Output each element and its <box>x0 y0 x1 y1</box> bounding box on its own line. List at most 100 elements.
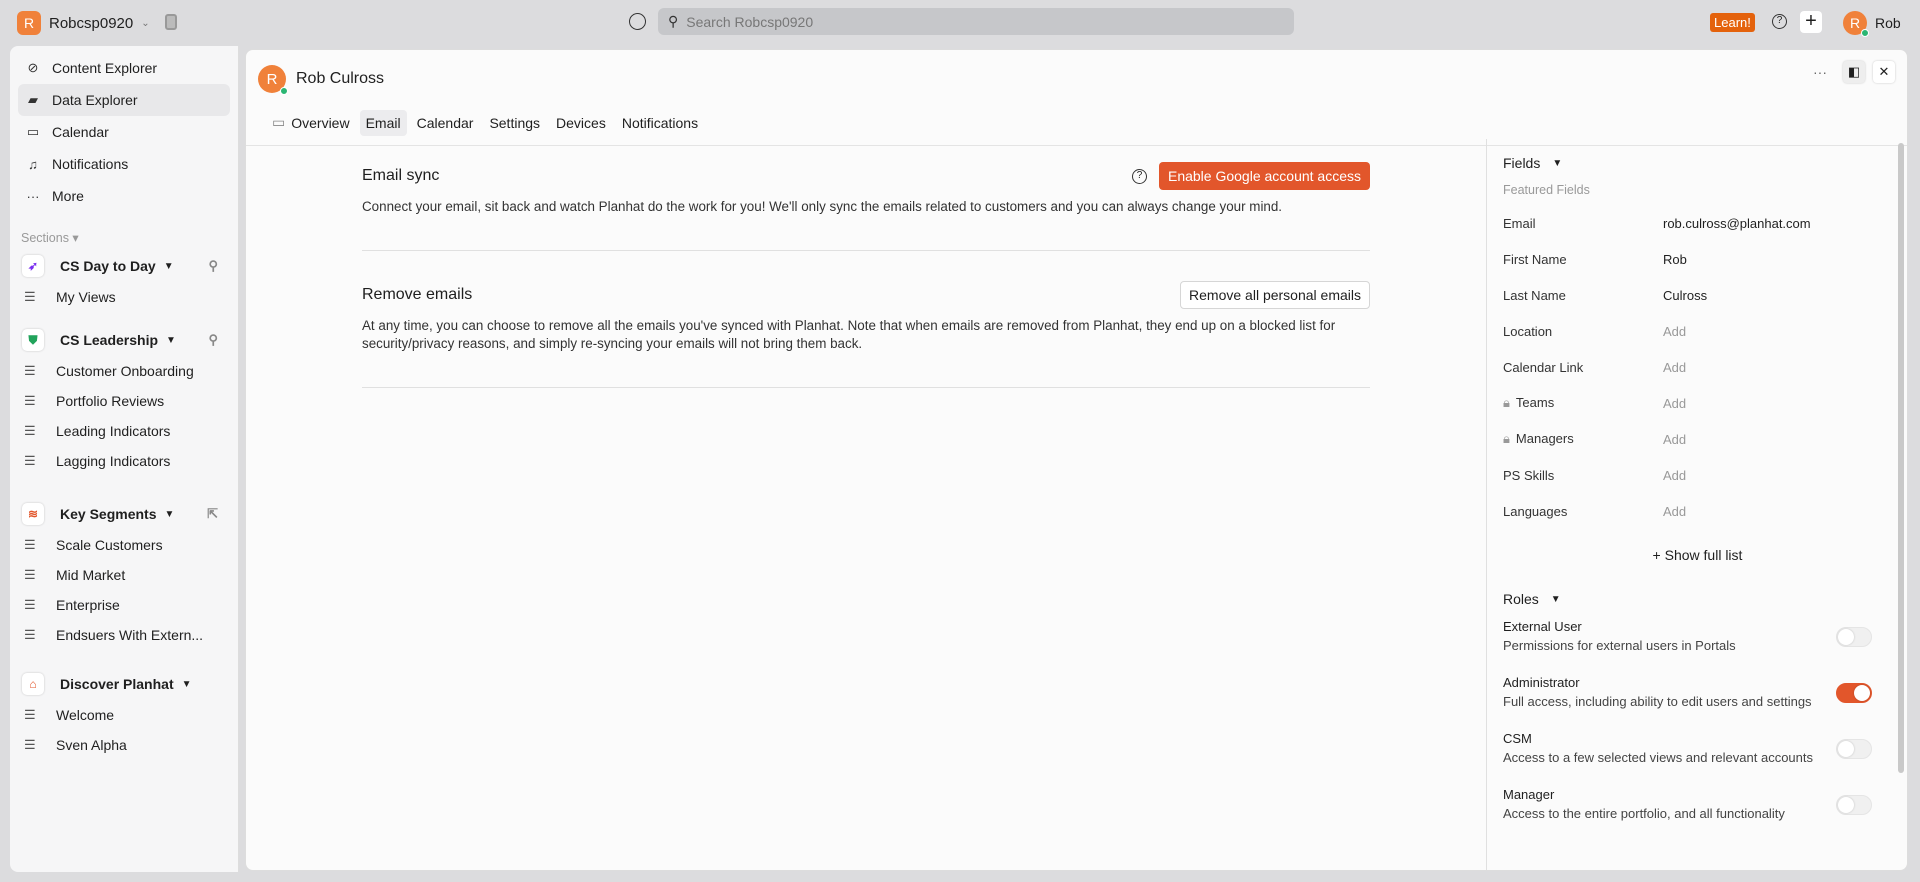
list-icon: ☰ <box>24 537 36 552</box>
share-icon[interactable]: ⇱ <box>207 506 218 522</box>
role-item: External User Permissions for external us… <box>1503 619 1892 665</box>
shield-icon: ⛊ <box>22 329 44 351</box>
compass-icon: ⊘ <box>27 60 39 75</box>
list-item[interactable]: ☰ Enterprise <box>18 590 230 620</box>
fields-header[interactable]: Fields ▼ <box>1503 153 1892 173</box>
tab-label: Overview <box>291 114 350 131</box>
help-icon[interactable]: ? <box>1131 168 1147 184</box>
list-item[interactable]: ☰ Welcome <box>18 700 230 730</box>
scrollbar[interactable] <box>1898 143 1904 773</box>
field-row: Location Add <box>1503 313 1892 349</box>
help-icon[interactable]: ? <box>1772 14 1787 29</box>
role-toggle[interactable] <box>1836 627 1872 647</box>
rocket-icon: ➶ <box>22 255 44 277</box>
field-value[interactable]: Add <box>1663 360 1686 375</box>
pin-icon[interactable]: ⚲ <box>208 258 218 274</box>
role-toggle[interactable] <box>1836 739 1872 759</box>
tab-email[interactable]: Email <box>359 109 407 136</box>
field-row: First Name Rob <box>1503 241 1892 277</box>
list-item[interactable]: ☰ Leading Indicators <box>18 416 230 446</box>
calendar-icon: ▭ <box>272 114 286 130</box>
field-value[interactable]: Add <box>1663 432 1686 447</box>
field-value[interactable]: Add <box>1663 324 1686 339</box>
list-item[interactable]: ☰ Lagging Indicators <box>18 446 230 476</box>
role-toggle[interactable] <box>1836 795 1872 815</box>
item-label: Sven Alpha <box>56 737 127 753</box>
nav-label: More <box>52 188 84 204</box>
nav-label: Content Explorer <box>52 60 158 76</box>
search-input[interactable]: ⚲ Search Robcsp0920 <box>658 8 1294 35</box>
sections-toggle[interactable]: Sections ▾ <box>21 226 238 250</box>
tab-notifications[interactable]: Notifications <box>616 110 704 136</box>
field-value[interactable]: rob.culross@planhat.com <box>1663 216 1811 231</box>
list-item[interactable]: ☰ My Views <box>18 282 230 312</box>
sidebar: ⊘ Content Explorer ▰ Data Explorer ▭ Calend… <box>10 46 239 872</box>
list-icon: ☰ <box>24 737 36 752</box>
tab-calendar[interactable]: Calendar <box>411 110 480 136</box>
toggle-sidebar-icon[interactable] <box>165 14 177 30</box>
item-label: My Views <box>56 289 116 305</box>
list-item[interactable]: ☰ Customer Onboarding <box>18 356 230 386</box>
tab-settings[interactable]: Settings <box>483 110 546 136</box>
search-placeholder: Search Robcsp0920 <box>686 13 814 30</box>
sidebar-item-calendar[interactable]: ▭ Calendar <box>18 116 230 148</box>
history-icon[interactable] <box>629 13 646 30</box>
field-value[interactable]: Add <box>1663 504 1686 519</box>
group-key-segments[interactable]: ≋ Key Segments ▼ ⇱ <box>18 498 230 530</box>
tab-overview[interactable]: ▭ Overview <box>266 109 356 136</box>
item-label: Lagging Indicators <box>56 453 171 469</box>
list-item[interactable]: ☰ Portfolio Reviews <box>18 386 230 416</box>
tab-label: Notifications <box>621 114 699 131</box>
enable-google-access-button[interactable]: Enable Google account access <box>1158 162 1370 190</box>
group-name: Discover Planhat <box>60 676 174 692</box>
list-icon: ☰ <box>24 393 36 408</box>
list-item[interactable]: ☰ Mid Market <box>18 560 230 590</box>
item-label: Enterprise <box>56 597 120 613</box>
more-icon[interactable]: ··· <box>1813 64 1827 80</box>
sidebar-item-data-explorer[interactable]: ▰ Data Explorer <box>18 84 230 116</box>
email-content: Email sync ? Enable Google account acces… <box>362 146 1370 388</box>
list-item[interactable]: ☰ Sven Alpha <box>18 730 230 760</box>
roles-header[interactable]: Roles ▼ <box>1503 589 1892 609</box>
list-item[interactable]: ☰ Scale Customers <box>18 530 230 560</box>
close-button[interactable]: ✕ <box>1873 61 1895 83</box>
role-name: Manager <box>1503 787 1555 802</box>
sidebar-item-content-explorer[interactable]: ⊘ Content Explorer <box>18 52 230 84</box>
field-label: Location <box>1503 324 1663 339</box>
section-description: Connect your email, sit back and watch P… <box>362 199 1283 214</box>
tab-devices[interactable]: Devices <box>550 110 612 136</box>
field-name: Calendar Link <box>1503 359 1584 375</box>
caret-down-icon: ▼ <box>1550 593 1561 605</box>
group-cs-leadership[interactable]: ⛊ CS Leadership ▼ ⚲ <box>18 324 230 356</box>
field-row: 🔒︎ Managers Add <box>1503 421 1892 457</box>
avatar-initial: R <box>266 70 278 88</box>
user-menu[interactable]: R Rob <box>1843 11 1901 37</box>
field-label: Email <box>1503 216 1663 231</box>
item-label: Leading Indicators <box>56 423 171 439</box>
field-label: First Name <box>1503 252 1663 267</box>
lock-icon: 🔒︎ <box>1503 395 1510 410</box>
remove-emails-section: Remove emails Remove all personal emails… <box>362 251 1370 388</box>
field-value[interactable]: Culross <box>1663 288 1707 303</box>
workspace-switcher[interactable]: R Robcsp0920 ⌄ <box>17 11 150 35</box>
role-toggle[interactable] <box>1836 683 1872 703</box>
field-value[interactable]: Add <box>1663 396 1686 411</box>
field-value[interactable]: Rob <box>1663 252 1687 267</box>
role-name: CSM <box>1503 731 1532 746</box>
pin-icon[interactable]: ⚲ <box>208 332 218 348</box>
field-row: Calendar Link Add <box>1503 349 1892 385</box>
featured-fields-label: Featured Fields <box>1503 183 1590 197</box>
sidebar-item-notifications[interactable]: ♫ Notifications <box>18 148 230 180</box>
group-discover-planhat[interactable]: ⌂ Discover Planhat ▼ <box>18 668 230 700</box>
split-view-button[interactable]: ◧ <box>1843 61 1865 83</box>
group-cs-day-to-day[interactable]: ➶ CS Day to Day ▼ ⚲ <box>18 250 230 282</box>
learn-button[interactable]: Learn! <box>1710 13 1755 32</box>
add-button[interactable]: + <box>1800 11 1822 33</box>
tab-label: Calendar <box>416 114 474 131</box>
details-sidebar: Fields ▼ Featured Fields Email rob.culross… <box>1486 139 1907 870</box>
show-full-list-button[interactable]: + Show full list <box>1503 547 1892 563</box>
field-value[interactable]: Add <box>1663 468 1686 483</box>
remove-personal-emails-button[interactable]: Remove all personal emails <box>1180 281 1370 309</box>
sidebar-item-more[interactable]: ··· More <box>18 180 230 212</box>
list-item[interactable]: ☰ Endsuers With Extern... <box>18 620 230 650</box>
